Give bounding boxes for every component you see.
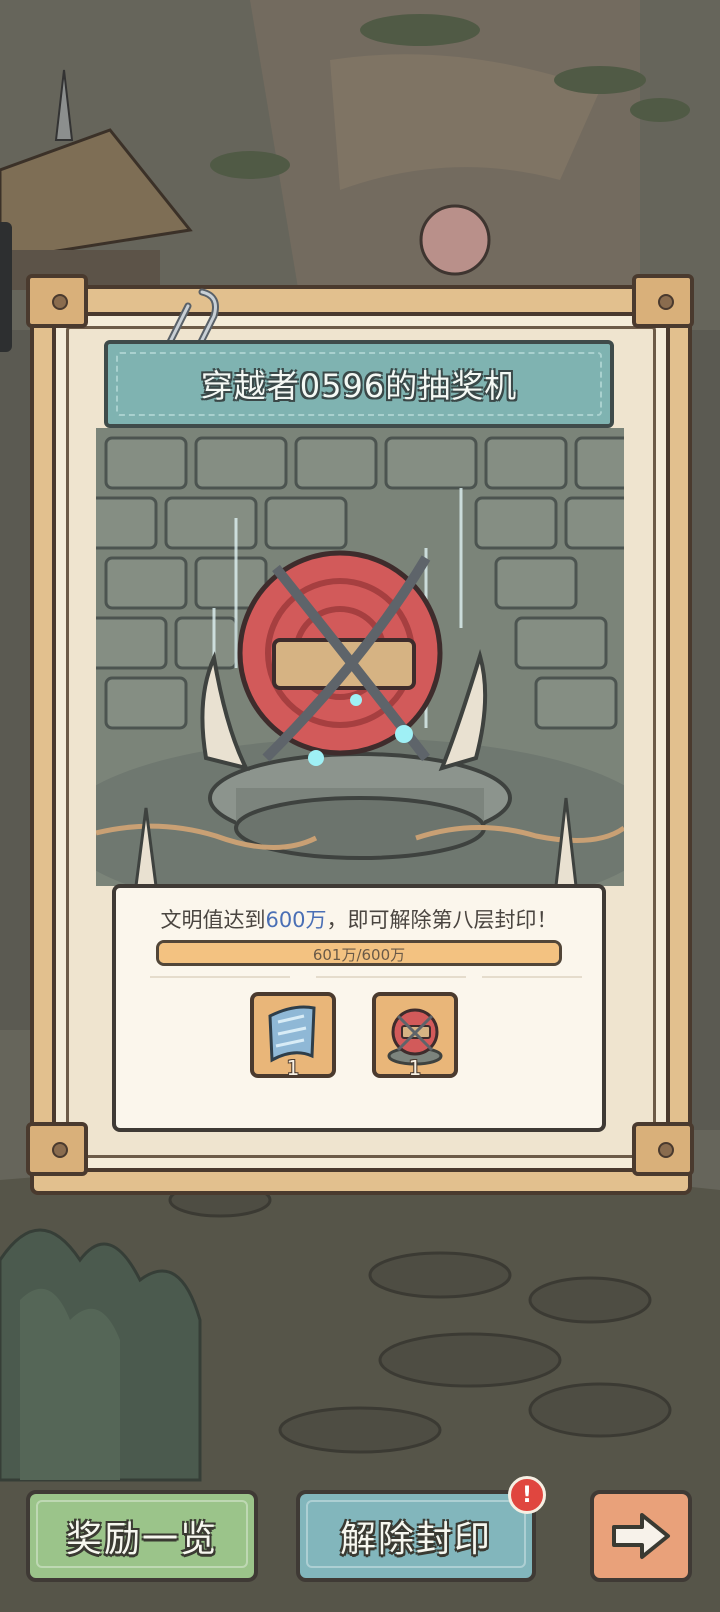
divider <box>150 976 290 978</box>
reward-list-button[interactable]: 奖励一览 <box>26 1490 258 1582</box>
alert-badge: ! <box>508 1476 546 1514</box>
button-rim <box>36 1500 248 1568</box>
divider <box>316 976 466 978</box>
seal-target-value: 600万 <box>265 908 327 932</box>
title-banner: 穿越者0596的抽奖机 <box>104 340 614 428</box>
seal-requirement-text: 文明值达到600万，即可解除第八层封印！ <box>116 904 602 934</box>
sealed-orb-illustration <box>96 428 624 886</box>
next-button[interactable] <box>590 1490 692 1582</box>
side-drawer-handle[interactable] <box>0 222 12 352</box>
frame-corner-top-right <box>632 274 694 328</box>
window-title: 穿越者0596的抽奖机 <box>200 367 518 405</box>
divider <box>482 976 582 978</box>
frame-corner-top-left <box>26 274 88 328</box>
reward-count: 1 <box>408 1056 422 1080</box>
reward-count: 1 <box>286 1056 300 1080</box>
frame-corner-bottom-right <box>632 1122 694 1176</box>
arrow-right-icon <box>612 1513 670 1559</box>
reward-item-blade[interactable]: 1 <box>250 992 336 1080</box>
seal-text-prefix: 文明值达到 <box>160 908 266 932</box>
unseal-button[interactable]: 解除封印 <box>296 1490 536 1582</box>
seal-info-card: 文明值达到600万，即可解除第八层封印！ 601万/600万 1 1 <box>112 884 606 1132</box>
frame-corner-bottom-left <box>26 1122 88 1176</box>
seal-scene <box>96 428 624 886</box>
button-rim <box>306 1500 526 1568</box>
civilization-progress-bar: 601万/600万 <box>156 940 562 966</box>
progress-label: 601万/600万 <box>312 946 406 964</box>
reward-item-orb[interactable]: 1 <box>372 992 458 1080</box>
seal-text-suffix: ，即可解除第八层封印！ <box>326 908 558 932</box>
